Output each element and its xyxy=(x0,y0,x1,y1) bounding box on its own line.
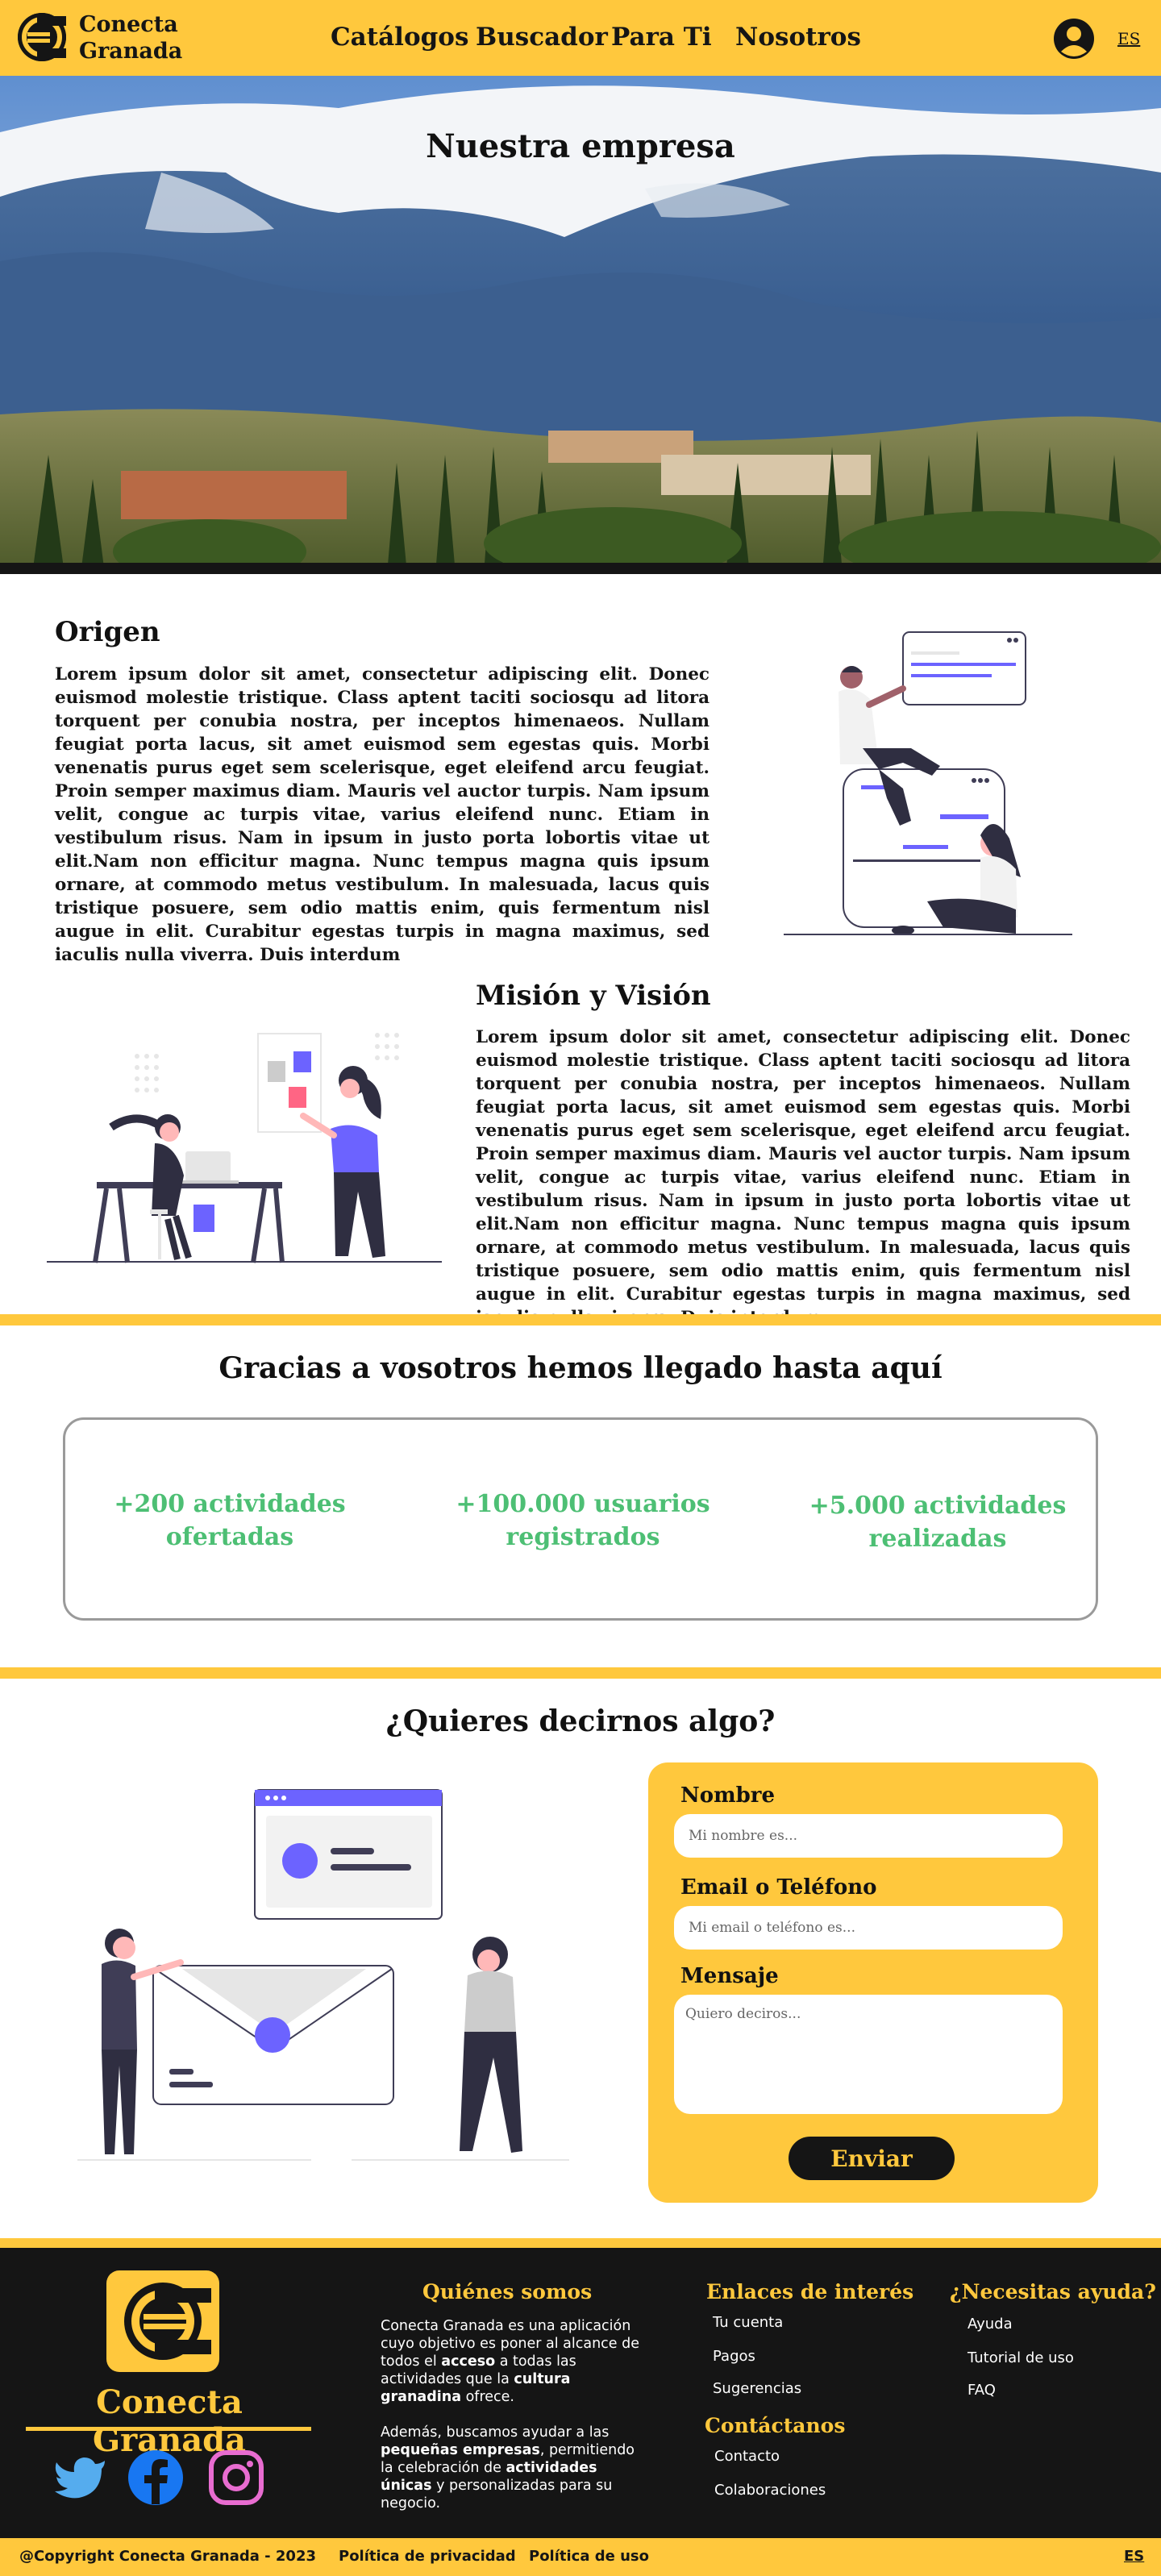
message-label: Mensaje xyxy=(680,1964,779,1988)
contact-links-title: Contáctanos xyxy=(705,2414,846,2437)
stat-value: +100.000 usuarios xyxy=(456,1490,710,1518)
contact-title: ¿Quieres decirnos algo? xyxy=(385,1704,776,1738)
link-tutorial[interactable]: Tutorial de uso xyxy=(968,2349,1074,2366)
email-input[interactable] xyxy=(674,1906,1063,1950)
message-textarea[interactable] xyxy=(674,1995,1063,2114)
link-faq[interactable]: FAQ xyxy=(968,2382,996,2399)
section-divider xyxy=(0,1314,1161,1325)
name-label: Nombre xyxy=(680,1783,776,1808)
nav-para-ti[interactable]: Para Ti xyxy=(611,23,712,52)
brand-line-2: Granada xyxy=(79,39,183,64)
facebook-icon[interactable] xyxy=(126,2448,185,2507)
footer: Conecta Granada Quiénes somos Conecta Gr… xyxy=(0,2248,1161,2538)
stat-label: registrados xyxy=(506,1523,660,1551)
about-text: Conecta Granada es una aplicación cuyo o… xyxy=(381,2317,647,2512)
team-illustration xyxy=(784,631,1072,935)
workspace-illustration xyxy=(47,1033,442,1263)
top-header: Conecta Granada Catálogos Buscador Para … xyxy=(0,0,1161,76)
mision-title: Misión y Visión xyxy=(476,980,711,1012)
section-divider xyxy=(0,1667,1161,1679)
link-pagos[interactable]: Pagos xyxy=(713,2348,755,2365)
footer-divider xyxy=(0,2238,1161,2248)
logo-icon[interactable] xyxy=(18,13,69,61)
nav-catalogos[interactable]: Catálogos xyxy=(331,23,468,52)
stat-activities-done: +5.000 actividades realizadas xyxy=(793,1489,1083,1555)
link-colaboraciones[interactable]: Colaboraciones xyxy=(714,2482,826,2499)
brand-name[interactable]: Conecta Granada xyxy=(79,11,182,65)
stat-users-registered: +100.000 usuarios registrados xyxy=(438,1488,728,1554)
nav-buscador[interactable]: Buscador xyxy=(476,23,608,52)
privacy-link[interactable]: Política de privacidad xyxy=(339,2548,516,2565)
brand-line-1: Conecta xyxy=(79,12,178,37)
bottom-bar: @Copyright Conecta Granada - 2023 Políti… xyxy=(0,2538,1161,2576)
copyright-text: @Copyright Conecta Granada - 2023 xyxy=(19,2548,316,2565)
terms-link[interactable]: Política de uso xyxy=(529,2548,649,2565)
about-title: Quiénes somos xyxy=(422,2280,593,2303)
about-paragraph-1: Conecta Granada es una aplicación cuyo o… xyxy=(381,2318,640,2405)
stat-label: ofertadas xyxy=(165,1523,294,1551)
link-ayuda[interactable]: Ayuda xyxy=(968,2316,1013,2333)
stats-title: Gracias a vosotros hemos llegado hasta a… xyxy=(218,1351,943,1385)
send-button[interactable]: Enviar xyxy=(789,2137,955,2180)
stats-card: +200 actividades ofertadas +100.000 usua… xyxy=(63,1417,1098,1621)
email-label: Email o Teléfono xyxy=(680,1875,877,1900)
instagram-icon[interactable] xyxy=(206,2448,266,2507)
mision-body: Lorem ipsum dolor sit amet, consectetur … xyxy=(476,1027,1130,1328)
link-sugerencias[interactable]: Sugerencias xyxy=(713,2380,801,2397)
footer-language-selector[interactable]: ES xyxy=(1124,2548,1144,2565)
links-title: Enlaces de interés xyxy=(706,2280,914,2303)
stat-value: +200 actividades xyxy=(114,1490,346,1518)
twitter-icon[interactable] xyxy=(50,2448,110,2507)
name-input[interactable] xyxy=(674,1814,1063,1858)
stat-label: realizadas xyxy=(868,1525,1007,1553)
nav-nosotros[interactable]: Nosotros xyxy=(735,23,861,52)
link-contacto[interactable]: Contacto xyxy=(714,2448,780,2465)
origen-title: Origen xyxy=(55,616,160,648)
user-avatar-icon[interactable] xyxy=(1053,18,1095,60)
hero-title: Nuestra empresa xyxy=(426,127,735,165)
hero-banner: Nuestra empresa xyxy=(0,76,1161,574)
mail-illustration xyxy=(77,1789,569,2161)
footer-brand-underline xyxy=(26,2427,311,2431)
help-title: ¿Necesitas ayuda? xyxy=(950,2280,1156,2303)
link-tu-cuenta[interactable]: Tu cuenta xyxy=(713,2314,783,2331)
footer-logo-icon[interactable] xyxy=(106,2270,219,2372)
about-paragraph-2: Además, buscamos ayudar a las pequeñas e… xyxy=(381,2424,635,2511)
language-selector[interactable]: ES xyxy=(1117,29,1140,48)
stat-value: +5.000 actividades xyxy=(809,1492,1067,1520)
origen-body: Lorem ipsum dolor sit amet, consectetur … xyxy=(55,664,710,965)
contact-form: Nombre Email o Teléfono Mensaje Enviar xyxy=(648,1762,1098,2203)
stat-activities-offered: +200 actividades ofertadas xyxy=(85,1488,375,1554)
